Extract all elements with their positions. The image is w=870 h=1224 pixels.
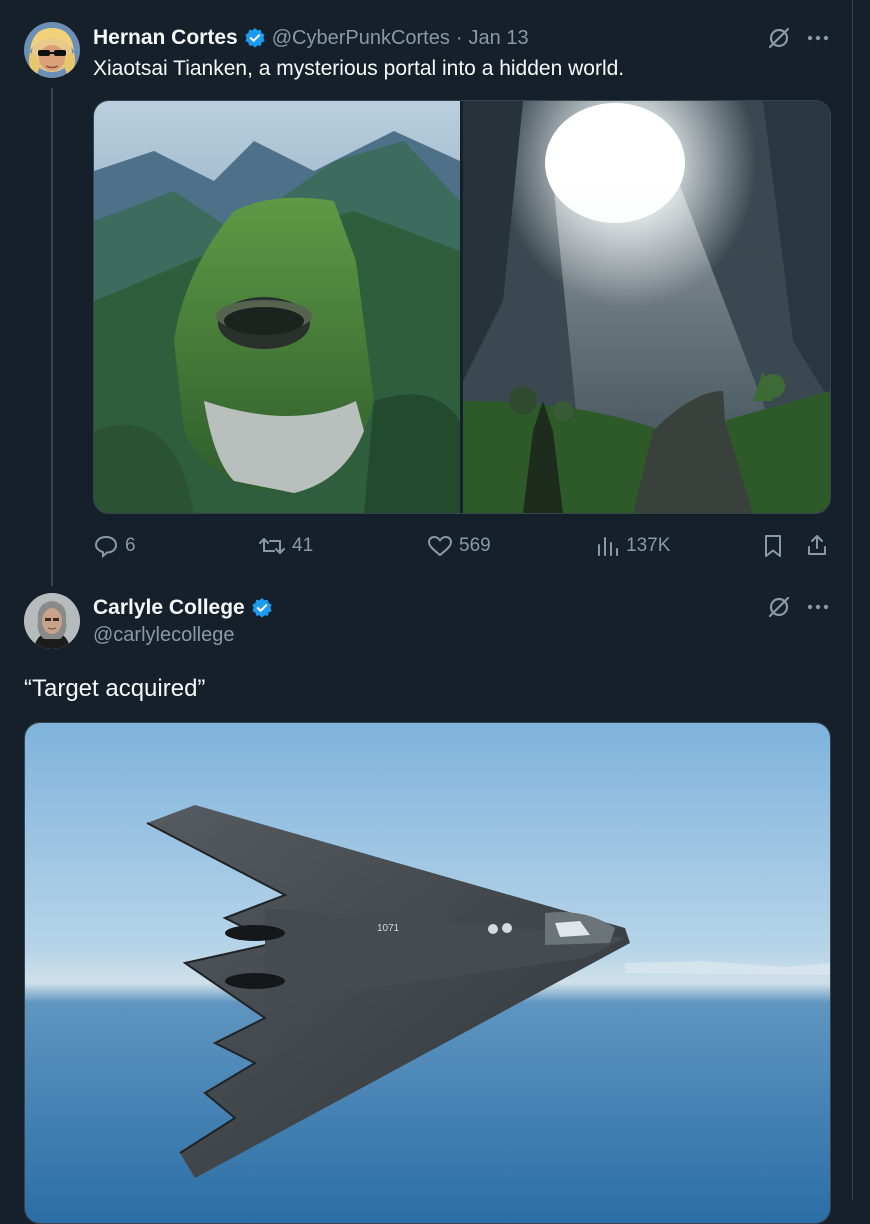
- verified-badge-icon: [251, 597, 273, 619]
- views-count: 137K: [626, 535, 671, 556]
- author-handle[interactable]: @CyberPunkCortes: [272, 27, 450, 50]
- more-icon[interactable]: [804, 23, 832, 53]
- mountain-sinkhole-image[interactable]: [94, 101, 460, 513]
- tweet1-header: Hernan Cortes @CyberPunkCortes · Jan 13: [93, 24, 529, 52]
- tweet2-header: Carlyle College: [93, 594, 273, 622]
- thread-connector-line: [51, 88, 53, 586]
- grok-icon[interactable]: [764, 592, 794, 622]
- author-handle[interactable]: @carlylecollege: [93, 624, 234, 647]
- like-icon: [427, 535, 453, 557]
- stealth-bomber-image[interactable]: 1071: [24, 722, 831, 1224]
- dot-separator: ·: [455, 26, 463, 49]
- bookmark-icon[interactable]: [760, 533, 786, 559]
- retweet-count: 41: [292, 535, 314, 556]
- reply-count: 6: [125, 535, 136, 556]
- tweet-text: “Target acquired”: [24, 675, 206, 702]
- author-name[interactable]: Carlyle College: [93, 596, 245, 620]
- cave-light-image[interactable]: [463, 101, 830, 513]
- author-name[interactable]: Hernan Cortes: [93, 26, 238, 50]
- tweet-date[interactable]: Jan 13: [469, 27, 529, 50]
- grok-icon[interactable]: [764, 23, 794, 53]
- reply-icon: [93, 534, 119, 558]
- more-icon[interactable]: [804, 592, 832, 622]
- tweet-text: Xiaotsai Tianken, a mysterious portal in…: [93, 57, 625, 80]
- tweet1-media-grid: [93, 100, 831, 514]
- retweet-icon: [258, 535, 286, 557]
- retweet-button[interactable]: 41: [258, 533, 313, 559]
- avatar-carlyle-college[interactable]: [24, 593, 80, 649]
- share-icon[interactable]: [804, 532, 830, 558]
- views-button[interactable]: 137K: [596, 533, 670, 559]
- like-count: 569: [459, 535, 491, 556]
- verified-badge-icon: [244, 27, 266, 49]
- reply-button[interactable]: 6: [93, 533, 136, 559]
- avatar-hernan-cortes[interactable]: [24, 22, 80, 78]
- plane-marking-text: 1071: [377, 923, 400, 934]
- like-button[interactable]: 569: [427, 533, 491, 559]
- views-icon: [596, 535, 620, 557]
